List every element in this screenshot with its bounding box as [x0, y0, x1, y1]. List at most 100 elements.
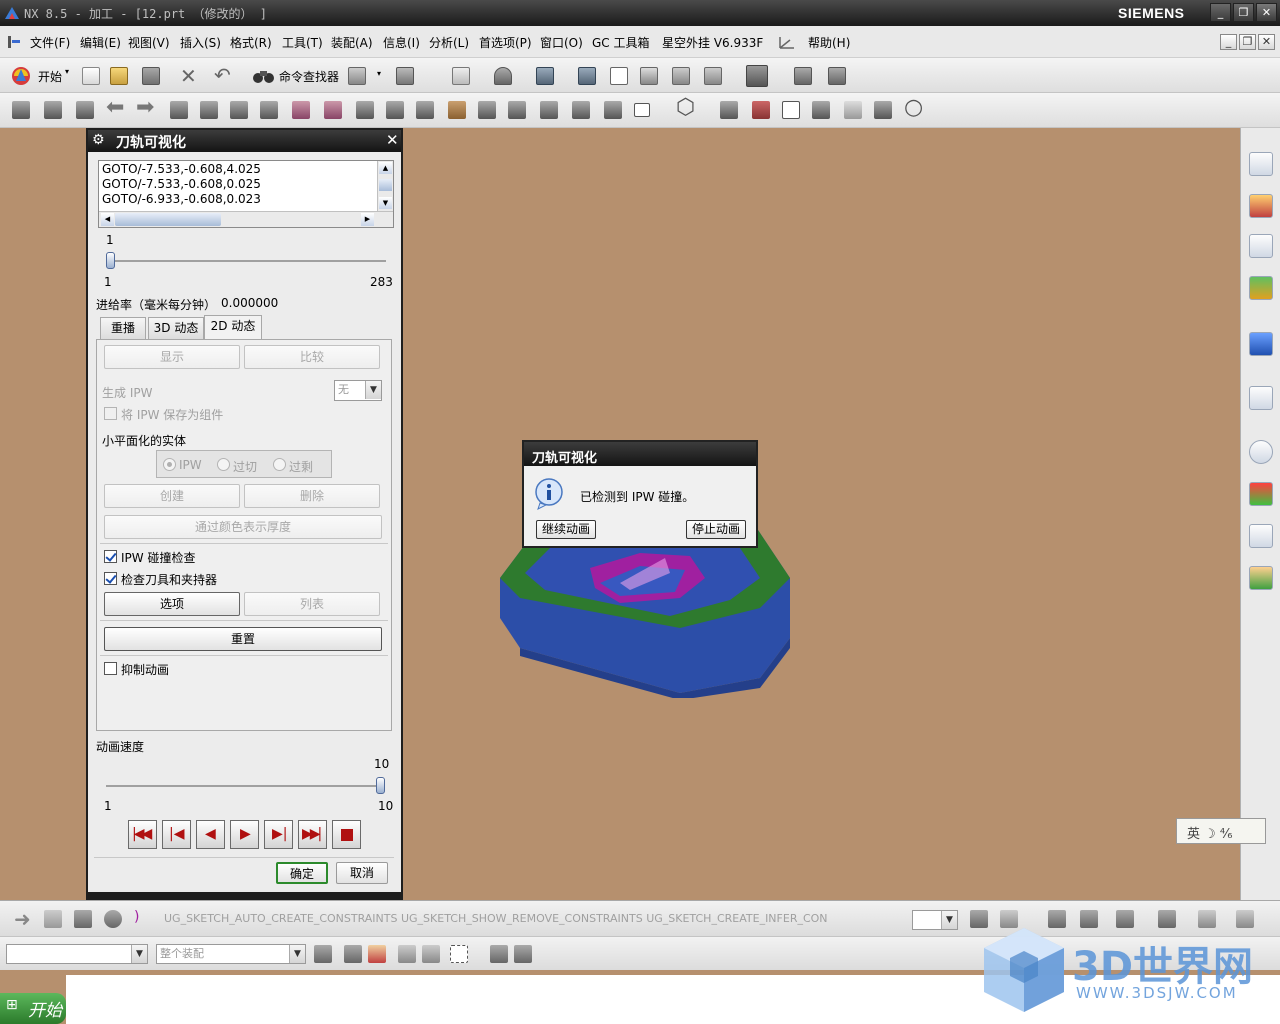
machining-icon-8[interactable]	[292, 101, 310, 119]
menu-view[interactable]: 视图(V)	[128, 34, 170, 51]
background-color-icon[interactable]	[746, 65, 768, 87]
radio-excess[interactable]	[273, 458, 286, 471]
machining-icon-7[interactable]	[260, 101, 278, 119]
reset-button[interactable]: 重置	[104, 627, 382, 651]
move-icon[interactable]	[604, 101, 622, 119]
machining-icon-14[interactable]	[478, 101, 496, 119]
machining-icon-12[interactable]	[416, 101, 434, 119]
clip-view-icon[interactable]	[828, 67, 846, 85]
type-filter-combo[interactable]: ▼	[6, 944, 148, 964]
filter-icon-7[interactable]	[514, 945, 532, 963]
sketch-combo[interactable]: ▼	[912, 910, 958, 930]
start-button[interactable]: 开始	[38, 68, 62, 85]
tool-holder-checkbox[interactable]	[104, 572, 117, 585]
radio-ipw[interactable]	[163, 458, 176, 471]
assembly-scope-combo[interactable]: 整个装配 ▼	[156, 944, 306, 964]
scroll-up-icon[interactable]: ▲	[379, 162, 392, 174]
sketch-icon-2[interactable]	[74, 910, 92, 928]
circle-icon[interactable]: ○	[904, 95, 923, 120]
system-materials-icon[interactable]	[1249, 482, 1273, 506]
cancel-button[interactable]: 取消	[336, 862, 388, 884]
stop-button[interactable]	[332, 820, 361, 849]
ipw-collision-checkbox[interactable]	[104, 550, 117, 563]
play-reverse-button[interactable]: ◀	[196, 820, 225, 849]
machining-icon-18[interactable]	[812, 101, 830, 119]
chevron-down-icon[interactable]: ▼	[289, 945, 305, 963]
stop-animation-button[interactable]: 停止动画	[686, 520, 746, 539]
hexagon-icon[interactable]: ⬡	[676, 95, 695, 120]
process-studio-icon[interactable]	[1249, 524, 1273, 548]
minimize-button[interactable]: _	[1210, 3, 1231, 22]
machining-icon-20[interactable]	[874, 101, 892, 119]
sketch-icon-1[interactable]	[44, 910, 62, 928]
undo-icon[interactable]: ↶	[214, 63, 231, 87]
new-file-icon[interactable]	[82, 67, 100, 85]
machining-icon-10[interactable]	[356, 101, 374, 119]
roles-icon[interactable]	[1249, 566, 1273, 590]
step-back-button[interactable]: |◀	[162, 820, 191, 849]
play-button[interactable]: ▶	[230, 820, 259, 849]
gear-icon[interactable]: ⚙	[92, 132, 105, 148]
constraint-navigator-icon[interactable]	[1249, 194, 1273, 218]
tab-2d-dynamic[interactable]: 2D 动态	[204, 315, 262, 340]
part-navigator-icon[interactable]	[1249, 234, 1273, 258]
list-button[interactable]: 列表	[244, 592, 380, 616]
csys-icon[interactable]	[720, 101, 738, 119]
delete-icon[interactable]: ✕	[180, 64, 197, 88]
menu-assembly[interactable]: 装配(A)	[331, 34, 373, 51]
menu-file[interactable]: 文件(F)	[30, 34, 70, 51]
machining-icon-16[interactable]	[540, 101, 558, 119]
step-forward-button[interactable]: ▶|	[264, 820, 293, 849]
point-icon[interactable]	[752, 101, 770, 119]
close-window-button[interactable]: ✕	[1256, 3, 1277, 22]
speed-slider-thumb[interactable]	[376, 777, 385, 794]
rectangle-select-icon[interactable]	[450, 945, 468, 963]
options-button[interactable]: 选项	[104, 592, 240, 616]
windows-start-button[interactable]: ⊞ 开始	[0, 993, 66, 1024]
list-item[interactable]: GOTO/-7.533,-0.608,4.025	[102, 162, 261, 176]
thickness-by-color-button[interactable]: 通过颜色表示厚度	[104, 515, 382, 539]
menu-help[interactable]: 帮助(H)	[808, 34, 850, 51]
circle-box-icon[interactable]	[782, 101, 800, 119]
menu-insert[interactable]: 插入(S)	[180, 34, 221, 51]
save-ipw-checkbox[interactable]	[104, 407, 117, 420]
ime-toolbar[interactable]: 英 ☽ ⁴⁄₆	[1176, 818, 1266, 844]
web-browser-icon[interactable]	[1249, 386, 1273, 410]
menu-edit[interactable]: 编辑(E)	[80, 34, 121, 51]
tab-3d-dynamic[interactable]: 3D 动态	[148, 317, 204, 339]
filter-icon-3[interactable]	[368, 945, 386, 963]
machining-icon-13[interactable]	[448, 101, 466, 119]
speed-slider-track[interactable]	[106, 785, 382, 787]
fast-forward-button[interactable]: ▶▶|	[298, 820, 327, 849]
fit-view-icon[interactable]	[452, 67, 470, 85]
list-item[interactable]: GOTO/-7.533,-0.608,0.025	[102, 177, 261, 191]
maximize-button[interactable]: ❐	[1233, 3, 1254, 22]
machining-icon-11[interactable]	[386, 101, 404, 119]
rewind-to-start-button[interactable]: |◀◀	[128, 820, 157, 849]
sketch-commands[interactable]: UG_SKETCH_AUTO_CREATE_CONSTRAINTS UG_SKE…	[164, 912, 828, 925]
scroll-left-icon[interactable]: ◀	[101, 213, 114, 226]
menu-tools[interactable]: 工具(T)	[282, 34, 323, 51]
command-finder-button[interactable]: 命令查找器	[279, 68, 339, 85]
machining-icon-17[interactable]	[572, 101, 590, 119]
machining-icon-5[interactable]	[200, 101, 218, 119]
history-icon[interactable]	[1249, 440, 1273, 464]
machining-icon-2[interactable]	[44, 101, 62, 119]
suppress-animation-checkbox[interactable]	[104, 662, 117, 675]
list-item[interactable]: GOTO/-6.933,-0.608,0.023	[102, 192, 261, 206]
assembly-navigator-icon[interactable]	[1249, 152, 1273, 176]
sketch-curve-icon[interactable]: )	[134, 909, 139, 925]
doc-restore-button[interactable]: ❐	[1239, 34, 1256, 50]
start-dropdown-icon[interactable]: ▾	[65, 67, 69, 76]
machining-icon-19[interactable]	[844, 101, 862, 119]
filter-icon-5[interactable]	[422, 945, 440, 963]
section-view-icon[interactable]	[794, 67, 812, 85]
radio-overcut[interactable]	[217, 458, 230, 471]
scroll-down-icon[interactable]: ▼	[379, 197, 392, 209]
vertical-scrollbar[interactable]: ▲ ▼	[377, 161, 393, 211]
delete-button[interactable]: 删除	[244, 484, 380, 508]
create-button[interactable]: 创建	[104, 484, 240, 508]
step-slider-thumb[interactable]	[106, 252, 115, 269]
render-style-icon[interactable]	[536, 67, 554, 85]
top-view-icon[interactable]	[672, 67, 690, 85]
